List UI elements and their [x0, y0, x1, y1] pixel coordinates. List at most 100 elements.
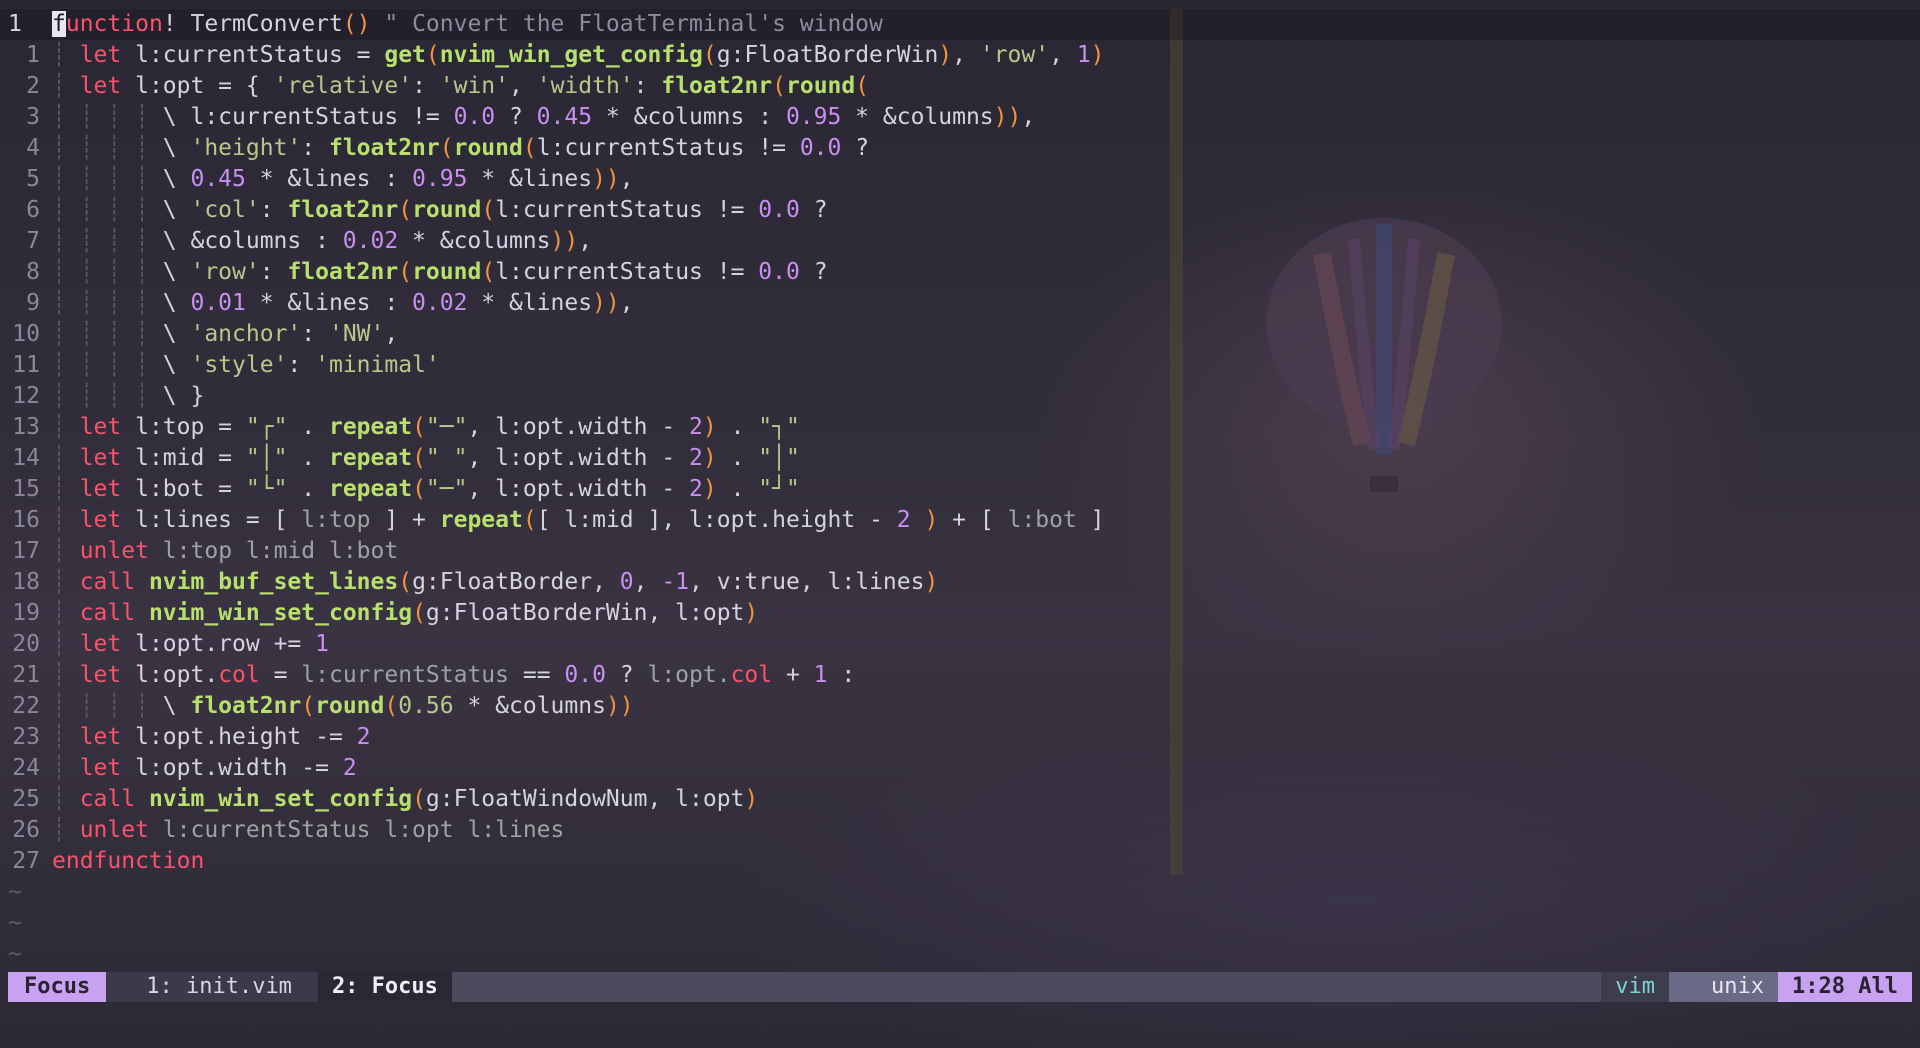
code-line[interactable]: 17 ┊ unlet l:top l:mid l:bot: [0, 536, 1920, 567]
code-line[interactable]: 8 ┊ ┊ ┊ ┊ \ 'row': float2nr(round(l:curre…: [0, 257, 1920, 288]
line-number: 15: [12, 476, 40, 502]
code-token: 'win': [439, 73, 510, 99]
code-token: l:currentStatus: [301, 662, 509, 688]
code-line[interactable]: 24 ┊ let l:opt.width -= 2: [0, 753, 1920, 784]
code-line[interactable]: 5 ┊ ┊ ┊ ┊ \ 0.45 * &lines : 0.95 * &lines…: [0, 164, 1920, 195]
code-token: round: [453, 135, 523, 161]
code-token: * &columns: [453, 693, 606, 719]
code-token: repeat: [328, 414, 413, 440]
code-line[interactable]: 22 ┊ ┊ ┊ ┊ \ float2nr(round(0.56 * &colum…: [0, 691, 1920, 722]
code-line[interactable]: 21 ┊ let l:opt.col = l:currentStatus == 0…: [0, 660, 1920, 691]
code-line[interactable]: 13 ┊ let l:top = "┌" . repeat("─", l:opt.…: [0, 412, 1920, 443]
code-line[interactable]: 2 ┊ let l:opt = { 'relative': 'win', 'wid…: [0, 71, 1920, 102]
code-token: ┊: [52, 786, 80, 812]
code-token: " Convert the FloatTerminal's window: [370, 11, 883, 37]
line-content: endfunction: [52, 846, 204, 877]
code-token: )): [550, 228, 579, 254]
code-token: (): [342, 11, 371, 37]
line-number: 17: [12, 538, 40, 564]
code-line[interactable]: 7 ┊ ┊ ┊ ┊ \ &columns : 0.02 * &columns)),: [0, 226, 1920, 257]
code-token: ┊: [52, 414, 80, 440]
code-token: l:opt.: [647, 662, 731, 688]
code-token: ┊ ┊ ┊ ┊: [52, 259, 163, 285]
status-line-fill: [451, 972, 1602, 1002]
code-token: float2nr: [190, 693, 302, 719]
line-number: 8: [26, 259, 40, 285]
tab-init-vim[interactable]: 1: init.vim: [106, 972, 318, 1002]
code-token: .: [716, 414, 759, 440]
code-token: "─": [425, 476, 468, 502]
code-token: 2: [356, 724, 371, 750]
code-line[interactable]: 4 ┊ ┊ ┊ ┊ \ 'height': float2nr(round(l:cu…: [0, 133, 1920, 164]
line-content: ┊ ┊ ┊ ┊ \ 'col': float2nr(round(l:curren…: [52, 195, 828, 226]
line-content: ┊ call nvim_win_set_config(g:FloatBorder…: [52, 598, 758, 629]
code-token: * &columns: [841, 104, 994, 130]
code-line[interactable]: 19 ┊ call nvim_win_set_config(g:FloatBord…: [0, 598, 1920, 629]
code-line[interactable]: 18 ┊ call nvim_buf_set_lines(g:FloatBorde…: [0, 567, 1920, 598]
code-line[interactable]: 9 ┊ ┊ ┊ ┊ \ 0.01 * &lines : 0.02 * &lines…: [0, 288, 1920, 319]
code-token: col: [730, 662, 773, 688]
line-content: ┊ let l:currentStatus = get(nvim_win_get…: [52, 40, 1105, 71]
code-token: ┊ ┊ ┊ ┊: [52, 383, 163, 409]
code-token: ?: [799, 197, 828, 223]
code-token: (: [412, 414, 426, 440]
code-token: call: [79, 600, 136, 626]
code-token: )): [592, 290, 620, 316]
code-token: ┊ ┊ ┊ ┊: [52, 197, 163, 223]
code-token: 1: [813, 662, 828, 688]
code-line[interactable]: 27 endfunction: [0, 846, 1920, 877]
code-token: * &columns: [398, 228, 551, 254]
tab-focus[interactable]: 2: Focus: [317, 972, 452, 1002]
code-token: :: [301, 135, 329, 161]
code-token: (: [398, 569, 413, 595]
code-token: 'NW': [328, 321, 385, 347]
code-token: 0.02: [412, 290, 468, 316]
code-token: 2: [689, 476, 703, 502]
code-token: 'anchor': [190, 321, 302, 347]
code-editor[interactable]: 1 function! TermConvert() " Convert the F…: [0, 9, 1920, 970]
code-line[interactable]: 15 ┊ let l:bot = "└" . repeat("─", l:opt.…: [0, 474, 1920, 505]
code-line[interactable]: 1 function! TermConvert() " Convert the F…: [0, 9, 1920, 40]
code-token: round: [412, 259, 482, 285]
code-token: 'row': [190, 259, 260, 285]
code-line[interactable]: 6 ┊ ┊ ┊ ┊ \ 'col': float2nr(round(l:curre…: [0, 195, 1920, 226]
code-token: \: [162, 693, 191, 719]
line-number: 27: [12, 848, 40, 874]
code-line[interactable]: 10 ┊ ┊ ┊ ┊ \ 'anchor': 'NW',: [0, 319, 1920, 350]
line-content: ┊ ┊ ┊ ┊ \ float2nr(round(0.56 * &columns…: [52, 691, 634, 722]
code-token: ┊: [52, 569, 80, 595]
code-line[interactable]: 23 ┊ let l:opt.height -= 2: [0, 722, 1920, 753]
line-content: ┊ call nvim_win_set_config(g:FloatWindow…: [52, 784, 758, 815]
code-line[interactable]: 3 ┊ ┊ ┊ ┊ \ l:currentStatus != 0.0 ? 0.45…: [0, 102, 1920, 133]
code-line[interactable]: 12 ┊ ┊ ┊ ┊ \ }: [0, 381, 1920, 412]
code-token: let: [79, 507, 122, 533]
code-token: ┊: [52, 73, 80, 99]
code-token: nvim_win_set_config: [148, 600, 413, 626]
code-token: round: [786, 73, 856, 99]
code-token: 'relative': [273, 73, 413, 99]
code-line[interactable]: 25 ┊ call nvim_win_set_config(g:FloatWind…: [0, 784, 1920, 815]
code-token: (: [425, 42, 440, 68]
code-line[interactable]: 14 ┊ let l:mid = "│" . repeat(" ", l:opt.…: [0, 443, 1920, 474]
line-content: ┊ let l:opt.col = l:currentStatus == 0.0…: [52, 660, 855, 691]
line-number: 4: [26, 135, 40, 161]
code-token: , v:true, l:lines: [689, 569, 925, 595]
code-line[interactable]: 26 ┊ unlet l:currentStatus l:opt l:lines: [0, 815, 1920, 846]
code-token: l:currentStatus !=: [536, 135, 800, 161]
line-number: 20: [12, 631, 40, 657]
code-token: nvim_win_get_config: [439, 42, 703, 68]
code-token: l:opt.row +=: [121, 631, 316, 657]
code-token: 2: [896, 507, 911, 533]
code-token: l:currentStatus !=: [495, 259, 759, 285]
line-number: 14: [12, 445, 40, 471]
code-line[interactable]: 1 ┊ let l:currentStatus = get(nvim_win_ge…: [0, 40, 1920, 71]
code-line[interactable]: 16 ┊ let l:lines = [ l:top ] + repeat([ l…: [0, 505, 1920, 536]
code-token: ,: [619, 166, 634, 192]
code-token: )): [993, 104, 1022, 130]
code-line[interactable]: 20 ┊ let l:opt.row += 1: [0, 629, 1920, 660]
code-line[interactable]: 11 ┊ ┊ ┊ ┊ \ 'style': 'minimal': [0, 350, 1920, 381]
code-token: 1: [315, 631, 329, 657]
code-token: let: [79, 631, 122, 657]
